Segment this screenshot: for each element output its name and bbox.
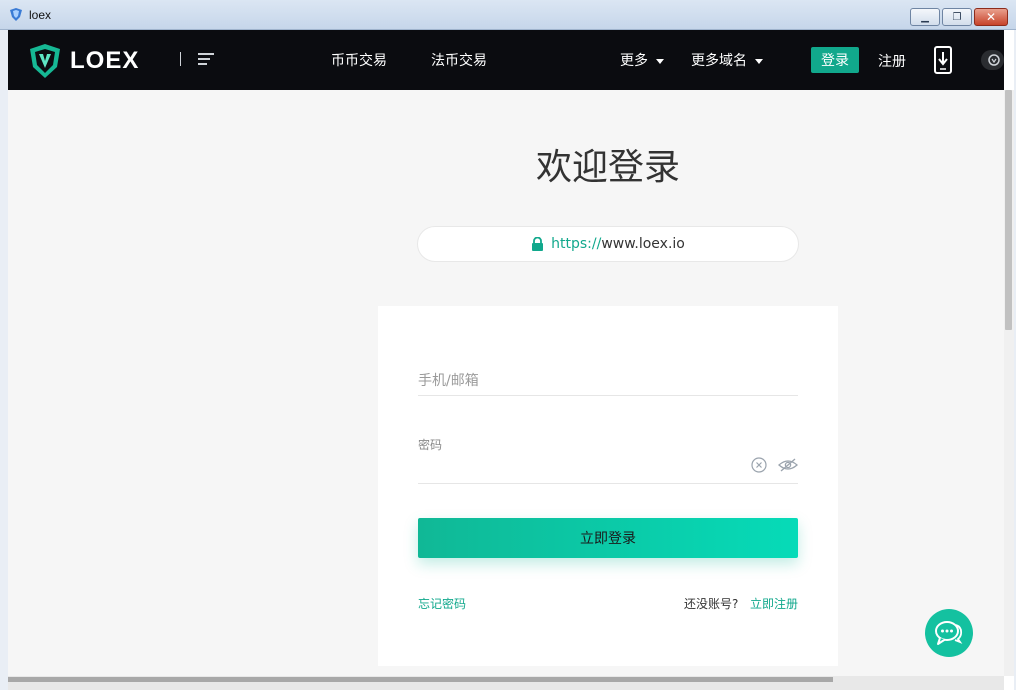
chat-icon — [935, 621, 963, 645]
horizontal-scrollbar-thumb[interactable] — [8, 677, 833, 682]
maximize-button[interactable]: ❐ — [942, 8, 972, 26]
nav-domains-label: 更多域名 — [691, 53, 747, 69]
shield-logo-icon — [30, 44, 60, 78]
lock-icon — [532, 237, 544, 251]
chat-button[interactable] — [925, 609, 973, 657]
login-submit-button[interactable]: 立即登录 — [418, 518, 798, 558]
nav-register-link[interactable]: 注册 — [878, 51, 906, 71]
window-titlebar: loex ▁ ❐ ✕ — [0, 0, 1016, 30]
app-icon — [10, 8, 22, 21]
window-frame-left — [0, 30, 8, 690]
vertical-scrollbar[interactable] — [1004, 90, 1014, 676]
vertical-scrollbar-thumb[interactable] — [1005, 90, 1012, 330]
phone-email-field[interactable]: 手机/邮箱 — [418, 358, 798, 396]
horizontal-scrollbar[interactable] — [8, 676, 1004, 690]
nav-link-spot-trading[interactable]: 币币交易 — [331, 50, 387, 70]
minimize-button[interactable]: ▁ — [910, 8, 940, 26]
page-title: 欢迎登录 — [535, 147, 680, 188]
nav-divider — [180, 52, 181, 66]
nav-link-fiat-trading[interactable]: 法币交易 — [431, 50, 487, 70]
clear-icon[interactable] — [751, 457, 767, 473]
menu-icon[interactable] — [198, 52, 214, 66]
navbar: LOEX 币币交易 法币交易 更多 更多域名 登录 注册 — [8, 30, 1004, 90]
url-host: www.loex.io — [601, 236, 685, 252]
password-field[interactable]: 密码 — [418, 432, 798, 484]
nav-more-dropdown[interactable]: 更多 — [620, 50, 664, 70]
window-title: loex — [29, 8, 52, 22]
url-protocol: https:// — [551, 236, 602, 252]
no-account-text: 还没账号? — [684, 597, 739, 611]
password-label: 密码 — [418, 438, 443, 452]
phone-download-icon[interactable] — [933, 46, 953, 74]
chevron-down-icon — [656, 58, 664, 64]
nav-login-button[interactable]: 登录 — [811, 47, 859, 73]
login-card: 手机/邮箱 密码 立即登录 忘记密码 还没账号? 立即注册 — [378, 306, 838, 666]
main-content: 欢迎登录 https://www.loex.io 手机/邮箱 密码 立即登录 忘… — [8, 90, 1004, 676]
nav-domains-dropdown[interactable]: 更多域名 — [691, 50, 763, 70]
signup-link[interactable]: 立即注册 — [750, 595, 798, 612]
close-button[interactable]: ✕ — [974, 8, 1008, 26]
chevron-down-icon — [755, 58, 763, 64]
close-icon: ✕ — [985, 10, 997, 24]
minimize-icon: ▁ — [921, 11, 929, 23]
eye-off-icon[interactable] — [778, 457, 798, 473]
language-icon[interactable] — [981, 50, 1004, 70]
logo-text: LOEX — [70, 47, 140, 74]
restore-icon: ❐ — [952, 11, 962, 23]
nav-more-label: 更多 — [620, 53, 648, 69]
forgot-password-link[interactable]: 忘记密码 — [418, 595, 466, 612]
phone-email-placeholder: 手机/邮箱 — [418, 373, 479, 389]
logo[interactable]: LOEX — [28, 43, 139, 79]
url-indicator: https://www.loex.io — [417, 226, 799, 262]
